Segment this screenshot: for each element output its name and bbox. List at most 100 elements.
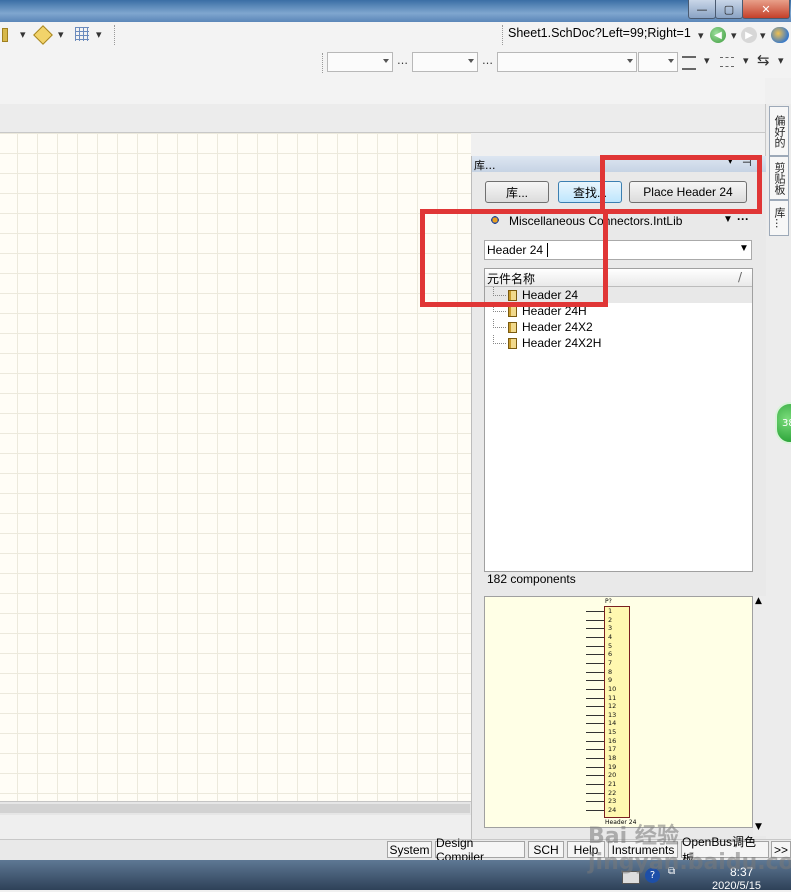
component-list-header[interactable]: 元件名称 / — [485, 269, 752, 287]
scrollbar-thumb[interactable] — [0, 804, 470, 813]
preview-pin-line — [586, 645, 604, 647]
style-combo[interactable] — [497, 52, 637, 72]
network-speed-bubble[interactable]: 38 — [775, 402, 791, 444]
filter-dropdown-icon[interactable]: ▼ — [739, 243, 749, 254]
document-address-field[interactable]: Sheet1.SchDoc?Left=99;Right=1 — [508, 26, 706, 44]
font-combo[interactable] — [327, 52, 393, 72]
place-component-button[interactable]: Place Header 24 — [629, 181, 747, 203]
toolbar-gripper — [114, 25, 118, 45]
dropdown-arrow-icon[interactable]: ▾ — [704, 54, 710, 67]
preview-pin-line — [586, 749, 604, 751]
preview-pin-number: 11 — [608, 693, 617, 702]
preview-pin-line — [586, 801, 604, 803]
preview-pin-line — [586, 680, 604, 682]
library-selector[interactable]: Miscellaneous Connectors.IntLib ▼ ··· — [485, 212, 753, 232]
clock-date[interactable]: 2020/5/15 — [712, 880, 761, 892]
preview-pin-number: 17 — [608, 745, 617, 754]
minimize-button[interactable]: — — [688, 0, 716, 19]
tree-line — [493, 334, 506, 344]
horizontal-scrollbar[interactable] — [0, 801, 471, 816]
column-header-name[interactable]: 元件名称 — [487, 270, 535, 287]
component-name: Header 24H — [522, 304, 587, 318]
back-icon[interactable]: ◀ — [710, 27, 726, 43]
preview-designator: P? — [605, 598, 612, 605]
scroll-up-icon[interactable]: ▲ — [755, 596, 762, 606]
component-icon — [508, 289, 517, 301]
preview-pin-number: 5 — [608, 641, 613, 650]
component-name: Header 24X2H — [522, 336, 602, 350]
component-preview: P? 1 2 3 4 5 6 7 8 9 10 11 12 13 14 15 16 17 18 19 20 21 22 23… — [484, 596, 753, 828]
size-combo[interactable] — [412, 52, 478, 72]
library-panel-title: 库... — [474, 159, 496, 172]
watermark-logo: Bai 经验 jingyan.baidu.com — [588, 824, 791, 875]
preview-pin-number: 1 — [608, 607, 613, 615]
tree-line — [493, 302, 506, 312]
zoom-combo[interactable] — [638, 52, 678, 72]
preview-pin-line — [586, 611, 604, 612]
tab-favorites[interactable]: 偏好的 — [769, 106, 789, 156]
forward-dropdown-icon[interactable]: ▾ — [760, 29, 766, 42]
component-count: 182 components — [487, 572, 576, 586]
diamond-tool-icon[interactable] — [33, 25, 53, 45]
component-filter-input[interactable]: Header 24 ▼ — [484, 240, 752, 260]
list-item[interactable]: Header 24X2H — [485, 334, 752, 351]
tree-line — [493, 286, 506, 296]
close-window-button[interactable]: ✕ — [742, 0, 790, 19]
dropdown-arrow-icon[interactable]: ▾ — [743, 54, 749, 67]
library-panel: 库... ▾ ⊣ 库... 查找... Place Header 24 Misc… — [471, 156, 766, 839]
address-dropdown-icon[interactable]: ▾ — [698, 29, 704, 42]
preview-pin-line — [586, 688, 604, 690]
list-item[interactable]: Header 24H — [485, 302, 752, 319]
preview-pin-line — [586, 619, 604, 621]
preview-pin-number: 3 — [608, 624, 613, 633]
ellipsis-icon[interactable]: … — [482, 54, 493, 67]
preview-pin-number: 22 — [608, 788, 617, 797]
dropdown-arrow-icon[interactable]: ▾ — [96, 28, 102, 41]
component-icon — [508, 305, 517, 317]
toolbar-gripper — [322, 53, 326, 73]
preview-pin-number: 6 — [608, 650, 613, 659]
distribute-icon[interactable] — [720, 57, 734, 67]
tab-clipboard[interactable]: 剪贴板 — [769, 156, 789, 200]
preview-pin-line — [586, 714, 604, 716]
library-dropdown-icon[interactable]: ▼ — [723, 214, 733, 225]
schematic-sheet[interactable] — [0, 133, 471, 801]
preview-pin-line — [586, 758, 604, 760]
list-item[interactable]: Header 24 — [485, 286, 752, 303]
status-tab-sch[interactable]: SCH — [528, 841, 564, 858]
libraries-button[interactable]: 库... — [485, 181, 549, 203]
toolbar-gripper — [502, 25, 506, 45]
search-button[interactable]: 查找... — [558, 181, 622, 203]
swap-icon[interactable]: ⇆ — [757, 51, 770, 69]
component-list[interactable]: 元件名称 / Header 24 Header 24H Header 24X2 … — [484, 268, 753, 572]
dropdown-arrow-icon[interactable]: ▾ — [778, 54, 784, 67]
tab-libraries[interactable]: 库... — [769, 200, 789, 236]
filter-value: Header 24 — [487, 243, 544, 257]
grid-icon[interactable] — [75, 27, 89, 41]
preview-pin-number: 7 — [608, 658, 613, 667]
home-icon[interactable] — [771, 27, 789, 43]
preview-pin-number: 12 — [608, 702, 617, 711]
library-more-button[interactable]: ··· — [737, 212, 749, 226]
panel-menu-icon[interactable]: ▾ — [728, 157, 733, 167]
tree-line — [493, 318, 506, 328]
status-tab-system[interactable]: System — [387, 841, 432, 858]
preview-pin-line — [586, 740, 604, 742]
dropdown-arrow-icon[interactable]: ▾ — [20, 28, 26, 41]
maximize-button[interactable]: ▢ — [715, 0, 743, 19]
pin-icon[interactable]: ⊣ — [742, 156, 752, 169]
pen-tool-icon[interactable] — [2, 28, 8, 42]
forward-icon[interactable]: ▶ — [741, 27, 757, 43]
preview-pin-line — [586, 775, 604, 777]
preview-pin-number: 24 — [608, 805, 617, 814]
preview-scrollbar[interactable]: ▲ ▼ — [753, 596, 766, 836]
list-item[interactable]: Header 24X2 — [485, 318, 752, 335]
back-dropdown-icon[interactable]: ▾ — [731, 29, 737, 42]
align-icon[interactable] — [682, 56, 696, 70]
preview-pin-line — [586, 697, 604, 699]
ellipsis-icon[interactable]: … — [397, 54, 408, 67]
preview-pin-number: 14 — [608, 719, 617, 728]
dropdown-arrow-icon[interactable]: ▾ — [58, 28, 64, 41]
component-icon — [508, 321, 517, 333]
status-tab-design-compiler[interactable]: Design Compiler — [435, 836, 525, 864]
